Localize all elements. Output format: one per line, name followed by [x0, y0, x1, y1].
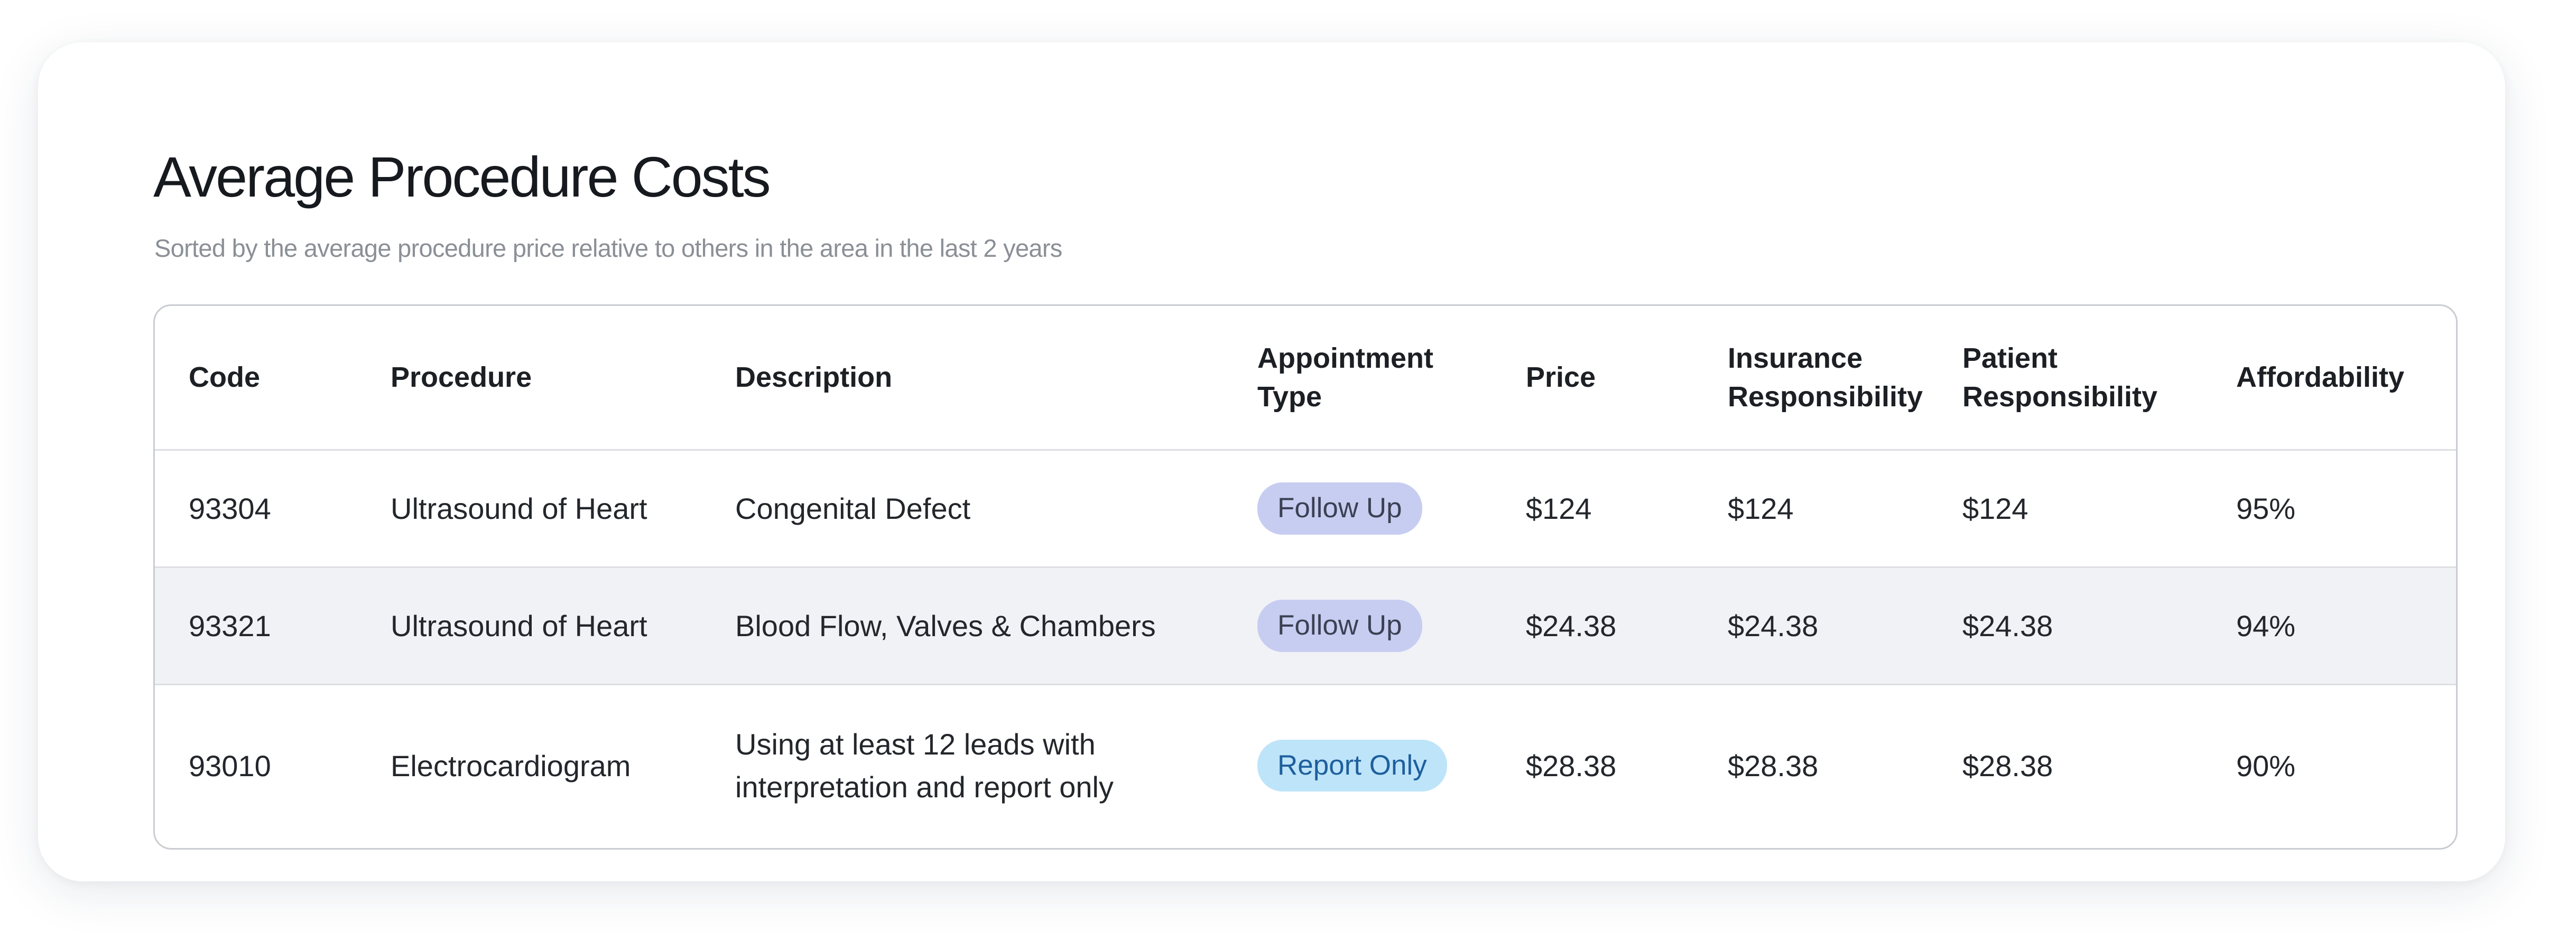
- cell-insurance-responsibility: $124: [1728, 491, 1794, 525]
- cell-affordability: 95%: [2236, 491, 2296, 525]
- appointment-type-badge: Report Only: [1257, 740, 1447, 792]
- column-header-label-line2: Type: [1257, 380, 1322, 413]
- procedure-costs-card: Average Procedure Costs Sorted by the av…: [38, 42, 2505, 881]
- cell-insurance-responsibility: $24.38: [1728, 609, 1819, 642]
- column-header-price[interactable]: Price: [1492, 306, 1694, 451]
- cell-code: 93321: [189, 609, 271, 642]
- cell-procedure: Ultrasound of Heart: [391, 491, 647, 525]
- column-header-insurance-responsibility[interactable]: Insurance Responsibility: [1694, 306, 1929, 451]
- column-header-affordability[interactable]: Affordability: [2202, 306, 2456, 451]
- cell-patient-responsibility: $24.38: [1962, 609, 2053, 642]
- column-header-label: Code: [189, 361, 260, 394]
- appointment-type-badge: Follow Up: [1257, 600, 1422, 652]
- cell-code: 93010: [189, 749, 271, 783]
- cell-price: $24.38: [1526, 609, 1617, 642]
- column-header-label: Affordability: [2236, 361, 2404, 394]
- cell-description: Blood Flow, Valves & Chambers: [701, 567, 1224, 685]
- column-header-label-line2: Responsibility: [1728, 380, 1923, 413]
- column-header-patient-responsibility[interactable]: Patient Responsibility: [1929, 306, 2202, 451]
- cell-price: $28.38: [1526, 749, 1617, 783]
- column-header-code[interactable]: Code: [155, 306, 357, 451]
- cell-procedure: Electrocardiogram: [391, 749, 631, 783]
- cell-affordability: 90%: [2236, 749, 2296, 783]
- procedure-costs-table: Code Procedure Description Appointment T…: [155, 306, 2456, 846]
- cell-affordability: 94%: [2236, 609, 2296, 642]
- column-header-label-line1: Appointment: [1257, 342, 1433, 374]
- cell-appointment-type: Follow Up: [1224, 450, 1492, 567]
- column-header-label: Price: [1526, 361, 1596, 394]
- cell-appointment-type: Follow Up: [1224, 567, 1492, 685]
- cell-description: Congenital Defect: [701, 450, 1224, 567]
- column-header-label-line1: Patient: [1962, 342, 2058, 374]
- description-text: Congenital Defect: [735, 491, 971, 525]
- table-row[interactable]: 93321 Ultrasound of Heart Blood Flow, Va…: [155, 567, 2456, 685]
- cell-code: 93304: [189, 491, 271, 525]
- description-text: Blood Flow, Valves & Chambers: [735, 609, 1156, 642]
- table-header-row: Code Procedure Description Appointment T…: [155, 306, 2456, 451]
- column-header-label-line1: Insurance: [1728, 342, 1863, 374]
- column-header-appointment-type[interactable]: Appointment Type: [1224, 306, 1492, 451]
- column-header-label: Description: [735, 361, 893, 394]
- cell-patient-responsibility: $28.38: [1962, 749, 2053, 783]
- column-header-label-line2: Responsibility: [1962, 380, 2158, 413]
- description-text-line1: Using at least 12 leads with: [735, 728, 1096, 761]
- cell-appointment-type: Report Only: [1224, 685, 1492, 846]
- column-header-description[interactable]: Description: [701, 306, 1224, 451]
- cell-patient-responsibility: $124: [1962, 491, 2028, 525]
- column-header-label: Procedure: [391, 361, 532, 394]
- table-row[interactable]: 93304 Ultrasound of Heart Congenital Def…: [155, 450, 2456, 567]
- column-header-procedure[interactable]: Procedure: [357, 306, 701, 451]
- cell-description: Using at least 12 leads with interpretat…: [701, 685, 1224, 846]
- cell-procedure: Ultrasound of Heart: [391, 609, 647, 642]
- appointment-type-badge: Follow Up: [1257, 482, 1422, 535]
- page-title: Average Procedure Costs: [153, 145, 771, 209]
- page-subtitle: Sorted by the average procedure price re…: [154, 234, 1062, 262]
- table-row[interactable]: 93010 Electrocardiogram Using at least 1…: [155, 685, 2456, 846]
- description-text-line2: interpretation and report only: [735, 770, 1114, 804]
- cell-price: $124: [1526, 491, 1592, 525]
- procedure-costs-table-container: Code Procedure Description Appointment T…: [153, 304, 2458, 850]
- cell-insurance-responsibility: $28.38: [1728, 749, 1819, 783]
